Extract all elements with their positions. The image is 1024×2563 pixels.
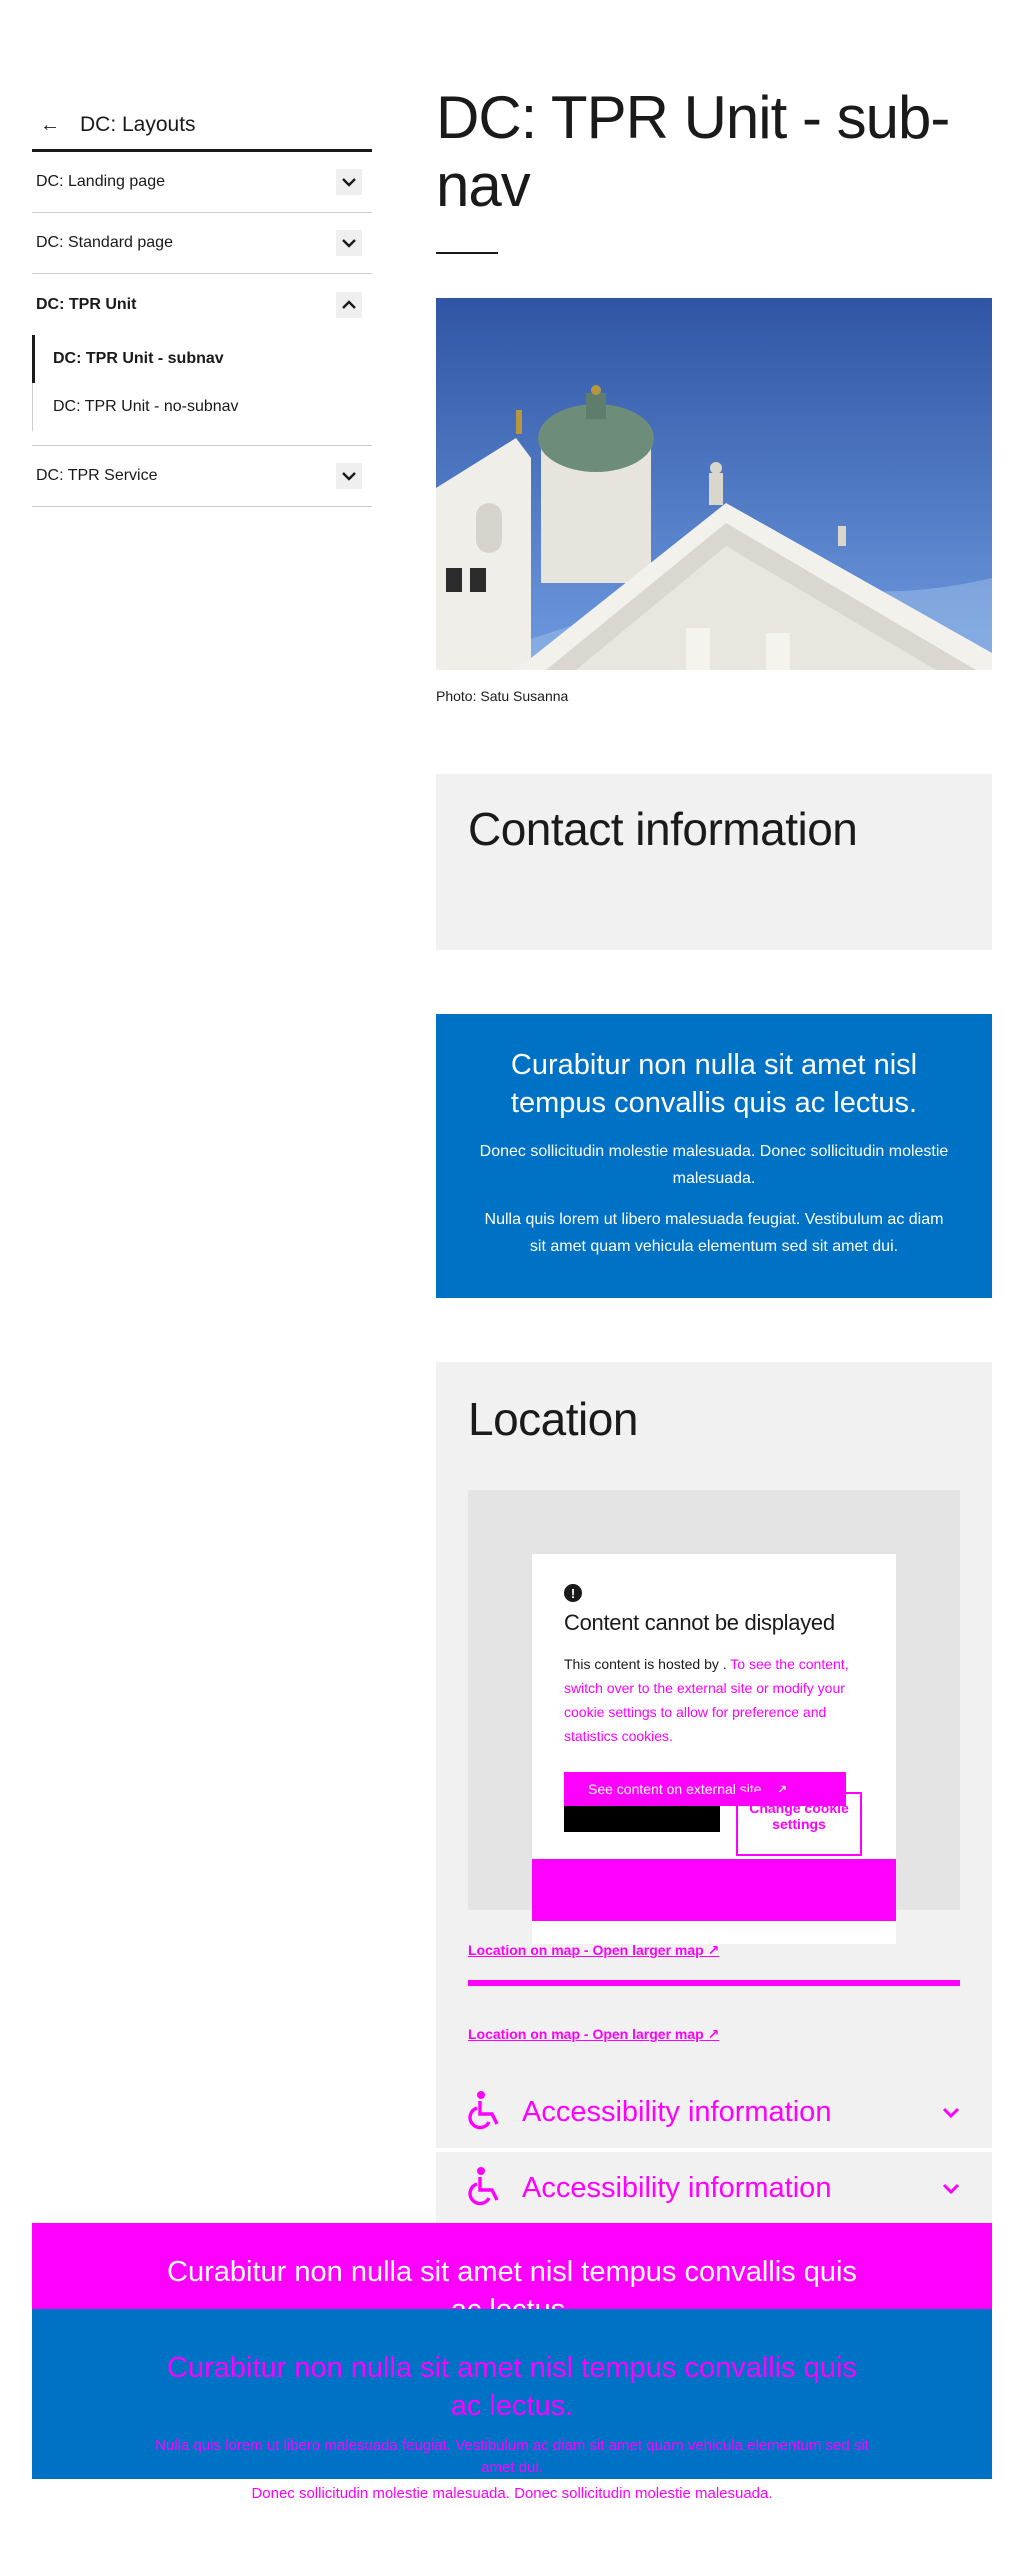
- title-divider: [436, 252, 498, 254]
- page-title: DC: TPR Unit - sub-nav: [436, 84, 950, 219]
- sidebar-item-label: DC: Standard page: [36, 234, 173, 251]
- banner-paragraph: Nulla quis lorem ut libero malesuada feu…: [484, 1211, 944, 1255]
- bottom-banner: Curabitur non nulla sit amet nisl tempus…: [32, 2309, 992, 2502]
- banner-heading: Curabitur non nulla sit amet nisl tempus…: [510, 1049, 918, 1119]
- debug-overlay-strip: [532, 1859, 896, 1921]
- sidebar-item-label: DC: TPR Unit: [36, 295, 137, 313]
- sidebar-item-tpr-service[interactable]: DC: TPR Service: [32, 446, 372, 507]
- accessibility-accordion[interactable]: Accessibility information: [436, 2152, 992, 2224]
- info-banner: Curabitur non nulla sit amet nisl tempus…: [436, 1014, 992, 1298]
- sidebar-item-landing-page[interactable]: DC: Landing page: [32, 152, 372, 213]
- bottom-banner-paragraph: Nulla quis lorem ut libero malesuada feu…: [155, 2437, 869, 2476]
- chevron-down-icon[interactable]: [336, 230, 362, 256]
- photo-caption: Photo: Satu Susanna: [436, 688, 569, 704]
- arrow-left-icon: ←: [40, 113, 60, 136]
- subnav-item-no-subnav[interactable]: DC: TPR Unit - no-subnav: [32, 383, 372, 431]
- location-heading: Location: [468, 1393, 638, 1445]
- map-placeholder: ! Content cannot be displayed This conte…: [468, 1490, 960, 1944]
- chevron-down-icon: [942, 2099, 960, 2125]
- change-cookie-settings-button[interactable]: Change cookie settings: [736, 1792, 862, 1856]
- banner-paragraph: Donec sollicitudin molestie malesuada. D…: [479, 1143, 949, 1187]
- chevron-down-icon[interactable]: [336, 463, 362, 489]
- map-link-label: Location on map - Open larger map: [468, 1942, 704, 1958]
- bottom-banner-overlay: Curabitur non nulla sit amet nisl tempus…: [32, 2223, 992, 2326]
- open-larger-map-link[interactable]: Location on map - Open larger map ↗: [468, 2026, 719, 2043]
- wheelchair-icon: [468, 2090, 504, 2135]
- bottom-banner-paragraph: Donec sollicitudin molestie malesuada. D…: [251, 2485, 773, 2502]
- sidebar-item-tpr-unit[interactable]: DC: TPR Unit: [32, 274, 372, 335]
- chevron-down-icon[interactable]: [336, 169, 362, 195]
- external-link-icon: ↗: [707, 1942, 720, 1958]
- sidebar-item-standard-page[interactable]: DC: Standard page: [32, 213, 372, 274]
- debug-divider: [468, 1980, 960, 1986]
- sidebar-nav: ← DC: Layouts DC: Landing page DC: Stand…: [32, 100, 372, 507]
- contact-section: Contact information: [436, 774, 992, 950]
- hero-image: [436, 298, 992, 670]
- open-larger-map-link[interactable]: Location on map - Open larger map ↗: [468, 1942, 719, 1959]
- map-link-label: Location on map - Open larger map: [468, 2026, 704, 2042]
- consent-text: This content is hosted by . To see the c…: [564, 1652, 864, 1748]
- sidebar-item-label: DC: TPR Service: [36, 467, 158, 484]
- external-link-icon: ↗: [707, 2026, 720, 2042]
- alert-icon: !: [564, 1584, 582, 1602]
- cookie-consent-card: ! Content cannot be displayed This conte…: [532, 1554, 896, 1944]
- back-link[interactable]: ← DC: Layouts: [32, 100, 372, 152]
- external-button-shadow: [564, 1802, 720, 1832]
- consent-title: Content cannot be displayed: [564, 1610, 835, 1635]
- subnav-item-subnav[interactable]: DC: TPR Unit - subnav: [32, 335, 372, 383]
- contact-heading: Contact information: [468, 803, 858, 855]
- back-link-label: DC: Layouts: [80, 112, 196, 136]
- wheelchair-icon: [468, 2166, 504, 2211]
- accessibility-accordion[interactable]: Accessibility information: [436, 2076, 992, 2148]
- chevron-down-icon: [942, 2175, 960, 2201]
- bottom-banner-heading-overlap: Curabitur non nulla sit amet nisl tempus…: [167, 2352, 857, 2422]
- subnav-list: DC: TPR Unit - subnav DC: TPR Unit - no-…: [32, 335, 372, 446]
- consent-text-prefix: This content is hosted by .: [564, 1656, 727, 1672]
- accessibility-label: Accessibility information: [522, 2171, 832, 2204]
- accessibility-label: Accessibility information: [522, 2095, 832, 2128]
- chevron-up-icon[interactable]: [336, 291, 362, 318]
- sidebar-item-label: DC: Landing page: [36, 173, 165, 190]
- main-content: DC: TPR Unit - sub-nav Photo: Satu Susan…: [436, 84, 992, 2082]
- location-section: Location ! Content cannot be displayed T…: [436, 1362, 992, 2082]
